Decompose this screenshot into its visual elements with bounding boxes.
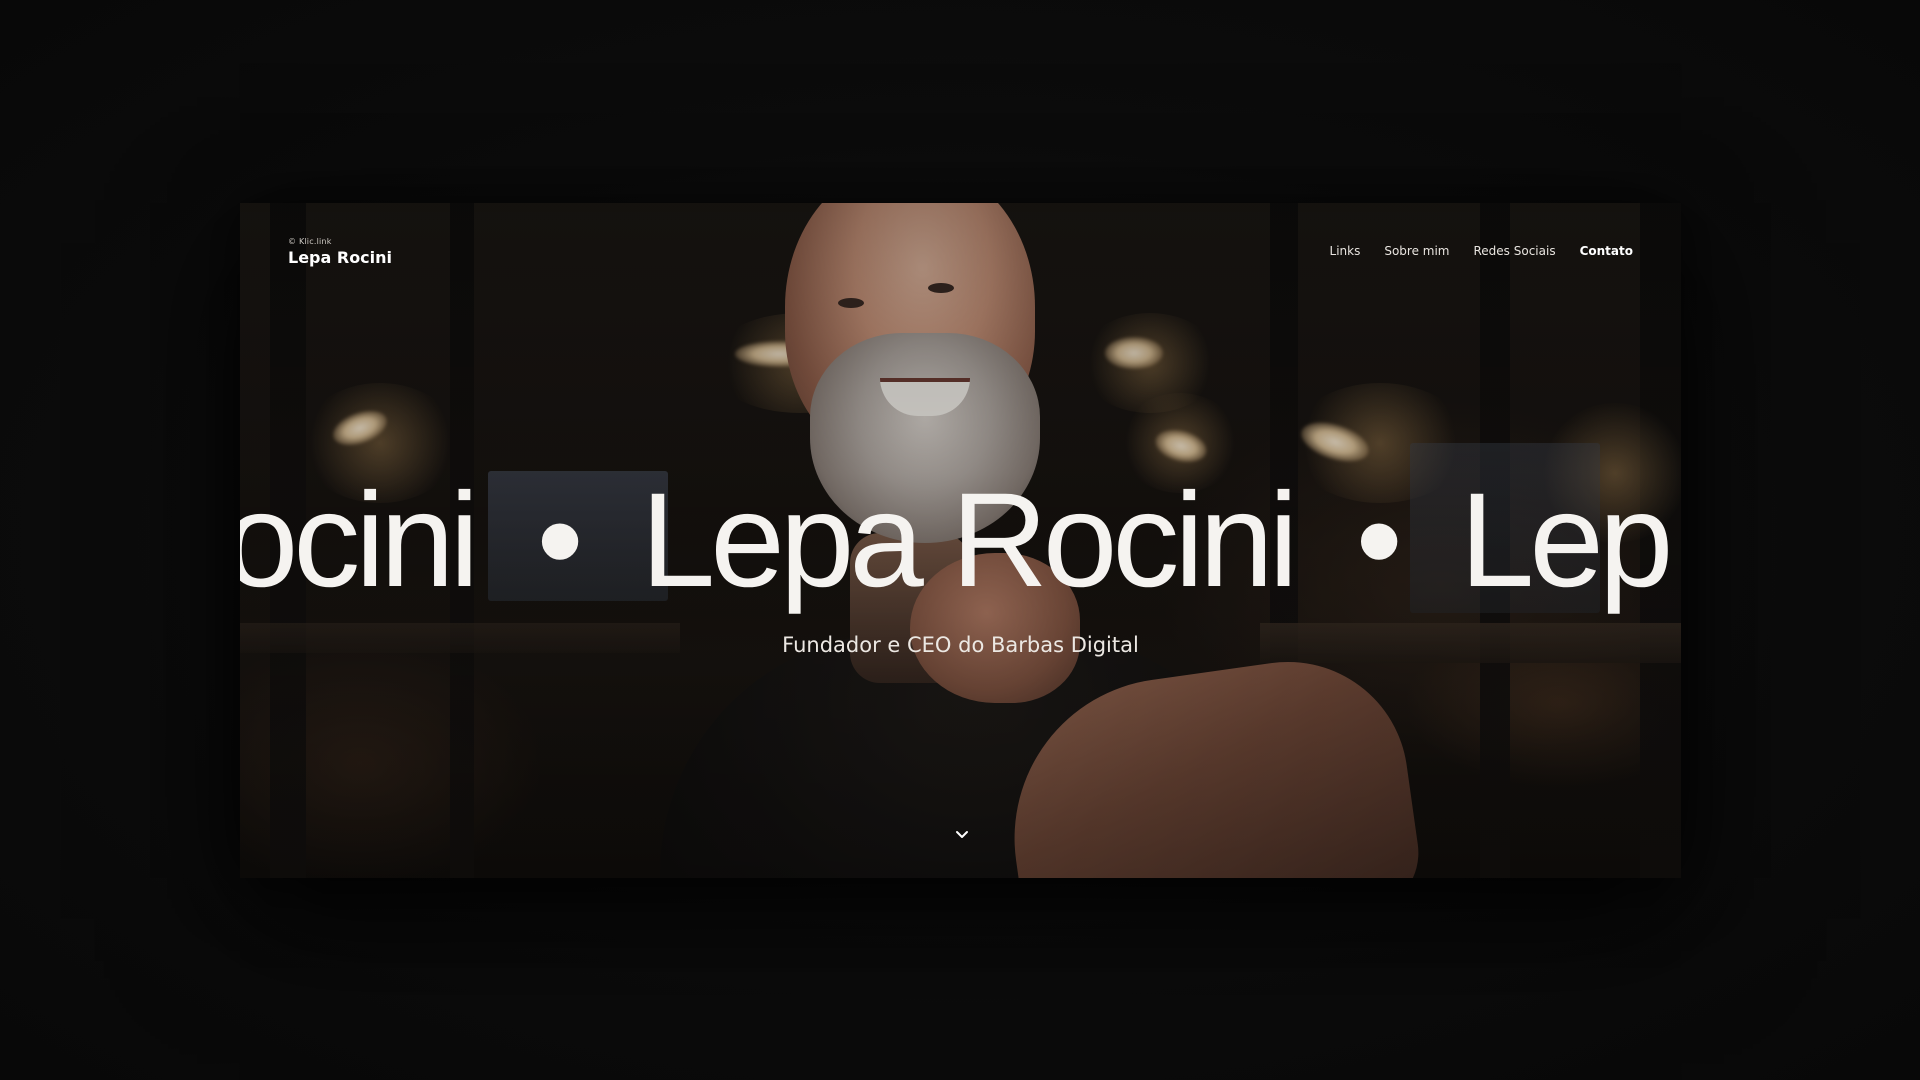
nav-link-redes-sociais[interactable]: Redes Sociais (1474, 243, 1556, 259)
hero-subtitle: Fundador e CEO do Barbas Digital (782, 633, 1139, 657)
site-brand[interactable]: © Klic.link Lepa Rocini (288, 237, 392, 268)
marquee-separator: • (536, 466, 584, 615)
chevron-down-icon-svg (956, 831, 968, 838)
marquee-text: Lep (1459, 466, 1674, 615)
main-nav: Links Sobre mim Redes Sociais Contato (1330, 243, 1633, 259)
site-name[interactable]: Lepa Rocini (288, 248, 392, 268)
nav-link-contato[interactable]: Contato (1580, 243, 1633, 259)
website-hero-frame: © Klic.link Lepa Rocini Links Sobre mim … (240, 203, 1681, 878)
hero-marquee: Rocini • Lepa Rocini • Lep (240, 466, 1674, 615)
nav-link-sobre-mim[interactable]: Sobre mim (1384, 243, 1449, 259)
copyright-text: © Klic.link (288, 237, 332, 246)
marquee-text: Rocini (240, 466, 479, 615)
chevron-down-icon[interactable] (952, 827, 972, 843)
marquee-text: Lepa Rocini (640, 466, 1299, 615)
marquee-separator: • (1355, 466, 1403, 615)
nav-link-links[interactable]: Links (1330, 243, 1361, 259)
